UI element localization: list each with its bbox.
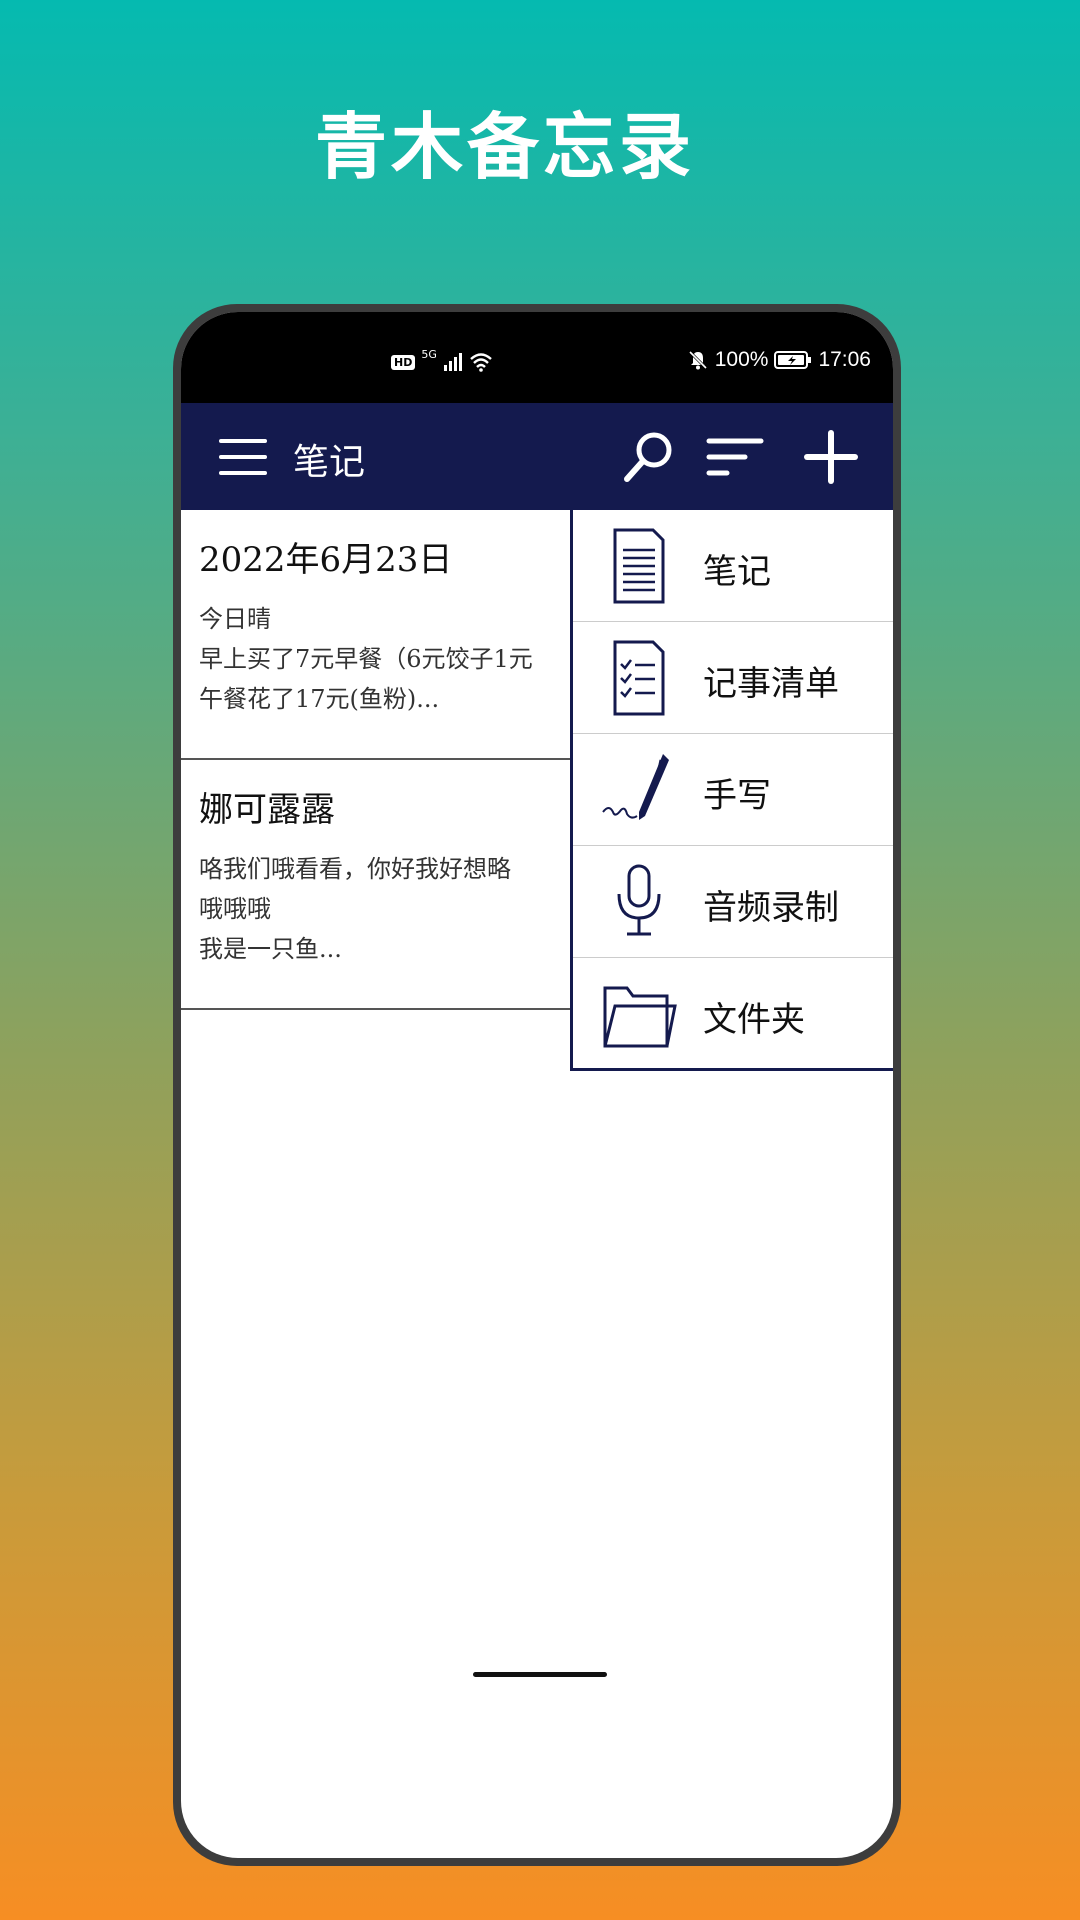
microphone-icon: [617, 864, 661, 936]
app-title: 笔记: [293, 442, 366, 483]
add-menu: 笔记 记事清单 手写 音频录制 文件夹: [570, 510, 893, 1071]
menu-icon-bar: [219, 455, 267, 459]
app-bar: 笔记: [181, 403, 893, 510]
menu-icon-bar: [219, 439, 267, 443]
status-left: HD 5G: [391, 348, 493, 372]
clock: 17:06: [818, 348, 871, 371]
battery-icon: [774, 351, 812, 369]
menu-item-label: 笔记: [703, 552, 771, 592]
menu-item-label: 文件夹: [703, 1000, 805, 1040]
search-icon[interactable]: [619, 427, 679, 487]
checklist-icon: [613, 640, 665, 716]
pen-icon: [602, 754, 669, 820]
mute-bell-icon: [688, 350, 707, 370]
menu-item-checklist[interactable]: 记事清单: [573, 622, 893, 734]
status-bar: HD 5G 100% 17:06: [181, 312, 893, 403]
document-icon: [613, 528, 665, 604]
phone-frame: HD 5G 100% 17:06 笔记 2022年6月23日 今日晴 早上买了7…: [173, 304, 901, 1866]
promo-title: 青木备忘录: [314, 105, 695, 189]
menu-item-label: 记事清单: [703, 664, 839, 704]
menu-item-folder[interactable]: 文件夹: [573, 958, 893, 1070]
home-indicator[interactable]: [473, 1672, 607, 1677]
menu-item-note[interactable]: 笔记: [573, 510, 893, 622]
battery-percent: 100%: [714, 348, 769, 371]
sort-icon[interactable]: [705, 427, 765, 487]
menu-item-handwriting[interactable]: 手写: [573, 734, 893, 846]
menu-icon-bar: [219, 471, 267, 475]
signal-icon: [443, 353, 462, 371]
add-icon[interactable]: [801, 427, 861, 487]
menu-item-label: 手写: [703, 776, 771, 816]
hd-badge: HD: [391, 354, 416, 370]
menu-item-audio[interactable]: 音频录制: [573, 846, 893, 958]
menu-button[interactable]: [219, 439, 267, 475]
status-right: 100% 17:06: [687, 348, 871, 372]
menu-item-label: 音频录制: [703, 888, 839, 928]
phone-screen: HD 5G 100% 17:06 笔记 2022年6月23日 今日晴 早上买了7…: [181, 312, 893, 1858]
wifi-icon: [470, 353, 492, 372]
folder-icon: [603, 986, 677, 1048]
network-label: 5G: [421, 347, 437, 361]
